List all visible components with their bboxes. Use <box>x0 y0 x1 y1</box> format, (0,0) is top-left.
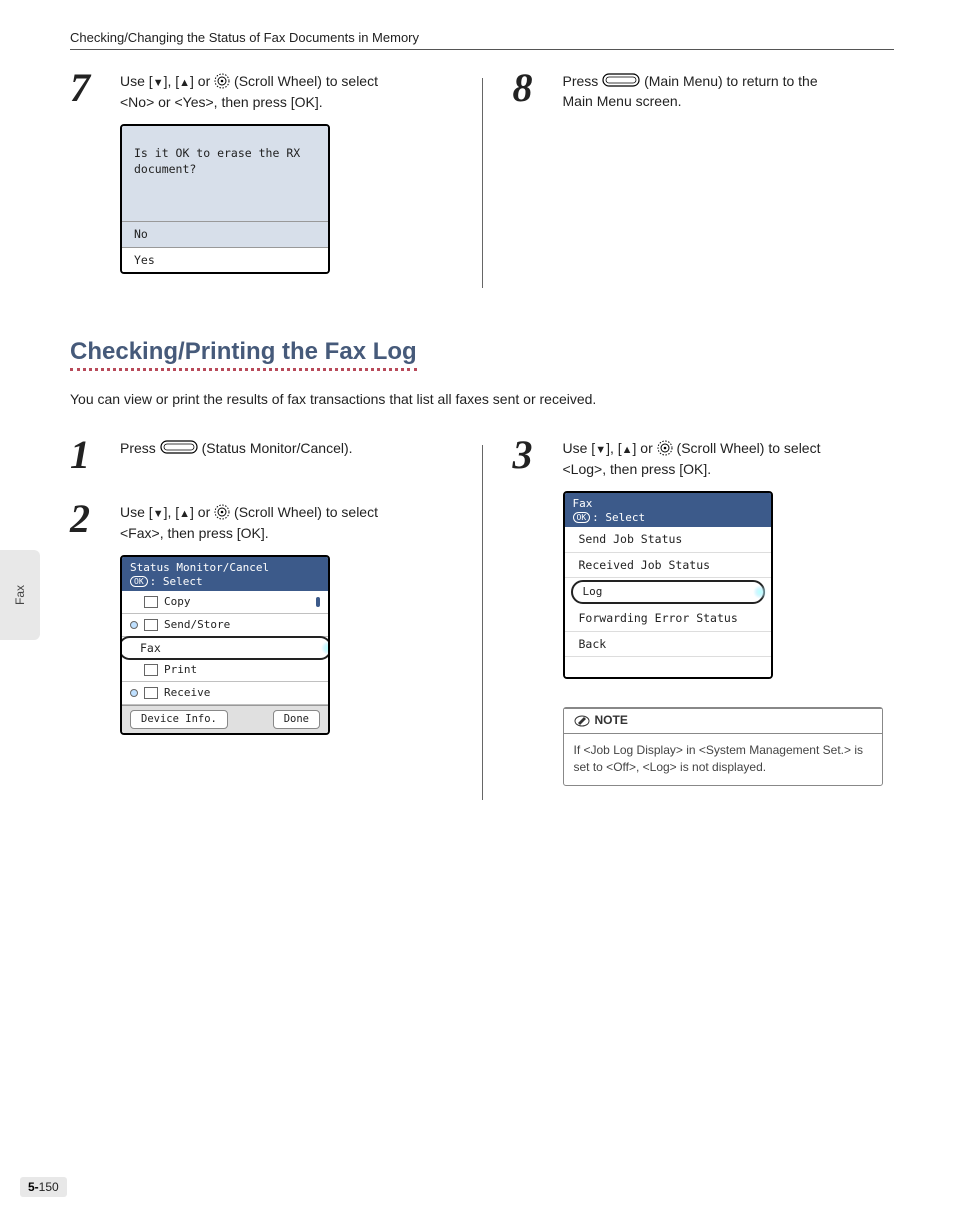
side-tab: Fax <box>0 550 40 640</box>
page-number: 5-150 <box>20 1177 67 1197</box>
scroll-wheel-icon <box>214 73 230 89</box>
step-number-7: 7 <box>70 68 106 274</box>
step-1: 1 Press (Status Monitor/Cancel). <box>70 435 452 475</box>
lcd-row-log-selected: Log <box>565 578 771 606</box>
main-menu-button-icon <box>602 73 640 87</box>
copy-icon <box>144 596 158 608</box>
step-1-body: Press (Status Monitor/Cancel). <box>120 435 452 475</box>
lcd-row-print: Print <box>122 659 328 682</box>
step-2-body: Use [], [] or (Scroll Wheel) to select <… <box>120 499 452 735</box>
selection-glow-icon <box>321 641 330 655</box>
send-store-icon <box>144 619 158 631</box>
note-body: If <Job Log Display> in <System Manageme… <box>574 742 872 777</box>
lcd-row-forwarding-error: Forwarding Error Status <box>565 606 771 632</box>
print-icon <box>144 664 158 676</box>
column-divider <box>482 445 483 799</box>
down-triangle-icon <box>153 504 164 520</box>
step-number-3: 3 <box>513 435 549 785</box>
section-intro: You can view or print the results of fax… <box>70 391 894 407</box>
step-number-8: 8 <box>513 68 549 112</box>
selection-glow-icon <box>753 585 767 599</box>
lcd-option-yes: Yes <box>122 247 328 273</box>
page-header: Checking/Changing the Status of Fax Docu… <box>70 30 894 50</box>
lcd-footer-done: Done <box>273 710 320 729</box>
step-number-1: 1 <box>70 435 106 475</box>
step-8-body: Press (Main Menu) to return to the Main … <box>563 68 895 112</box>
lcd-row-sendstore: Send/Store <box>122 614 328 637</box>
lcd-row-received-job-status: Received Job Status <box>565 553 771 579</box>
top-step-row: 7 Use [], [] or (Scroll Wheel) to select… <box>70 68 894 298</box>
lcd-option-no: No <box>122 221 328 247</box>
note-box: NOTE If <Job Log Display> in <System Man… <box>563 707 883 785</box>
down-triangle-icon <box>595 440 606 456</box>
scroll-wheel-icon <box>657 440 673 456</box>
lcd-row-receive: Receive <box>122 682 328 705</box>
note-pencil-icon <box>574 713 590 729</box>
step-3-body: Use [], [] or (Scroll Wheel) to select <… <box>563 435 895 785</box>
lcd-status-monitor: Status Monitor/Cancel OK: Select Copy Se… <box>120 555 330 735</box>
down-triangle-icon <box>153 73 164 89</box>
lcd-footer-device-info: Device Info. <box>130 710 228 729</box>
step-3: 3 Use [], [] or (Scroll Wheel) to select… <box>513 435 895 785</box>
lcd-row-send-job-status: Send Job Status <box>565 527 771 553</box>
column-divider <box>482 78 483 288</box>
step-8: 8 Press (Main Menu) to return to the Mai… <box>513 68 895 112</box>
lcd-erase-confirm: Is it OK to erase the RX document? No Ye… <box>120 124 330 274</box>
lcd-row-back: Back <box>565 632 771 658</box>
step-7: 7 Use [], [] or (Scroll Wheel) to select… <box>70 68 452 274</box>
scroll-wheel-icon <box>214 504 230 520</box>
up-triangle-icon <box>622 440 633 456</box>
lcd-row-fax-selected: Fax <box>120 636 330 661</box>
lcd-fax-menu: Fax OK: Select Send Job Status Received … <box>563 491 773 679</box>
step-7-body: Use [], [] or (Scroll Wheel) to select <… <box>120 68 452 274</box>
up-triangle-icon <box>179 504 190 520</box>
step-number-2: 2 <box>70 499 106 735</box>
lcd-row-copy: Copy <box>122 591 328 614</box>
section-heading: Checking/Printing the Fax Log <box>70 338 417 371</box>
step-2: 2 Use [], [] or (Scroll Wheel) to select… <box>70 499 452 735</box>
side-tab-label: Fax <box>13 585 27 605</box>
bottom-step-row: 1 Press (Status Monitor/Cancel). 2 Use [… <box>70 435 894 809</box>
receive-icon <box>144 687 158 699</box>
status-monitor-button-icon <box>160 440 198 454</box>
up-triangle-icon <box>179 73 190 89</box>
